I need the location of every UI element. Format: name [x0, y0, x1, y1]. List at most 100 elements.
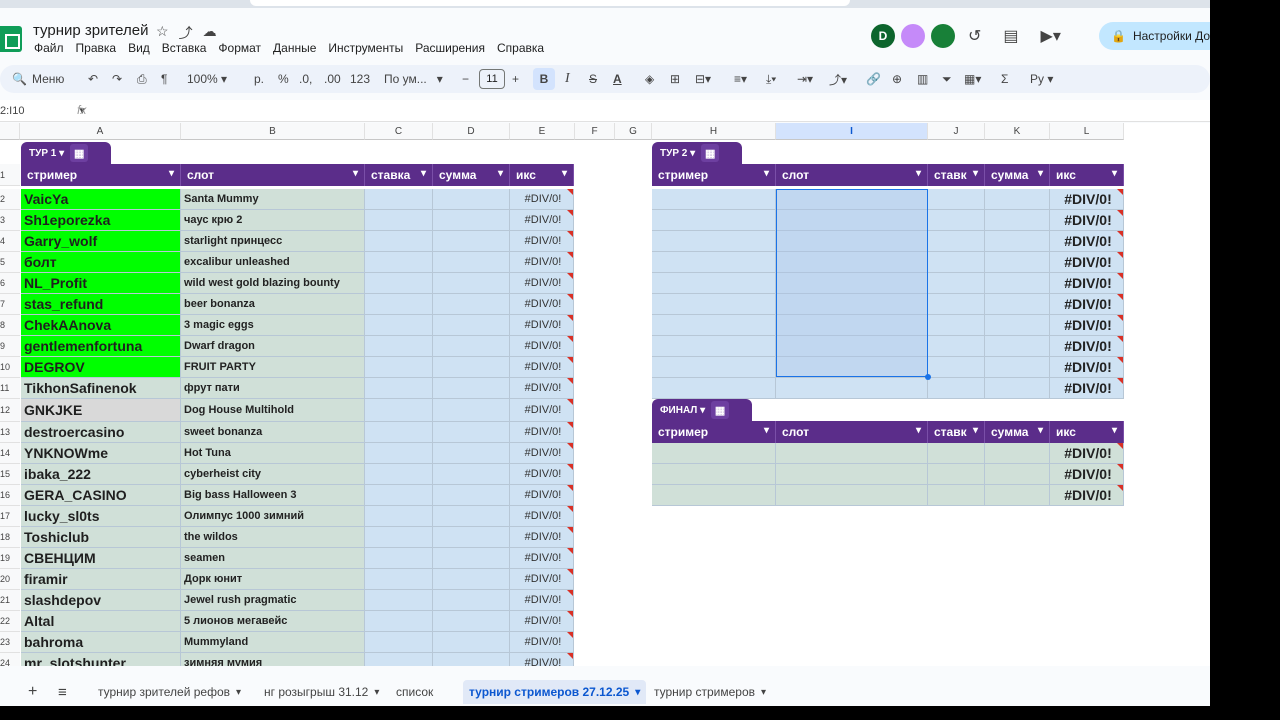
streamer-cell[interactable]: GNKJKE — [21, 399, 181, 422]
sum-cell[interactable] — [433, 632, 510, 653]
bet-cell[interactable] — [365, 548, 433, 569]
streamer-cell[interactable] — [652, 189, 776, 210]
sum-cell[interactable] — [433, 590, 510, 611]
chevron-down-icon[interactable]: ▾ — [761, 687, 766, 698]
table-tab-tour1[interactable]: ТУР 1 ▾ ▦ — [21, 142, 111, 164]
streamer-cell[interactable] — [652, 443, 776, 464]
streamer-cell[interactable]: TikhonSafinenok — [21, 378, 181, 399]
meet-icon[interactable]: ▶▾ — [1041, 26, 1061, 46]
avatar[interactable] — [931, 24, 955, 48]
streamer-cell[interactable] — [652, 252, 776, 273]
bet-cell[interactable] — [365, 273, 433, 294]
slot-cell[interactable] — [776, 252, 928, 273]
chevron-down-icon[interactable]: ▾ — [635, 687, 640, 698]
bet-cell[interactable] — [365, 611, 433, 632]
bet-cell[interactable] — [365, 378, 433, 399]
slot-cell[interactable]: Big bass Halloween 3 — [181, 485, 365, 506]
bet-cell[interactable] — [365, 252, 433, 273]
bet-cell[interactable] — [365, 422, 433, 443]
chevron-down-icon[interactable]: ▾ — [498, 168, 503, 179]
bet-cell[interactable] — [365, 653, 433, 666]
multiplier-cell[interactable]: #DIV/0! — [1050, 189, 1124, 210]
sum-cell[interactable] — [433, 653, 510, 666]
column-header[interactable]: K — [985, 123, 1050, 140]
sum-cell[interactable] — [433, 443, 510, 464]
streamer-cell[interactable]: Altal — [21, 611, 181, 632]
number-format[interactable]: 123 — [350, 65, 370, 93]
slot-cell[interactable]: Дорк юнит — [181, 569, 365, 590]
column-header[interactable]: A — [20, 123, 181, 140]
chevron-down-icon[interactable]: ▾ — [764, 425, 769, 436]
slot-cell[interactable] — [776, 294, 928, 315]
slot-cell[interactable] — [776, 443, 928, 464]
bet-cell[interactable] — [365, 506, 433, 527]
bet-cell[interactable] — [365, 315, 433, 336]
zoom-select[interactable]: 100% ▾ — [187, 65, 227, 93]
column-filter-4[interactable]: икс ▾ — [1050, 164, 1124, 186]
sum-cell[interactable] — [433, 189, 510, 210]
menu-item[interactable]: Правка — [75, 41, 118, 55]
bet-cell[interactable] — [928, 336, 985, 357]
sum-cell[interactable] — [433, 294, 510, 315]
row-header[interactable]: 10 — [0, 357, 20, 378]
row-header[interactable]: 21 — [0, 590, 20, 611]
streamer-cell[interactable] — [652, 378, 776, 399]
input-tools-button[interactable]: Ру ▾ — [1030, 65, 1053, 93]
column-header[interactable]: G — [615, 123, 652, 140]
chevron-down-icon[interactable]: ▾ — [236, 687, 241, 698]
bet-cell[interactable] — [365, 464, 433, 485]
sum-cell[interactable] — [433, 210, 510, 231]
multiplier-cell[interactable]: #DIV/0! — [510, 569, 574, 590]
column-filter-0[interactable]: стример ▾ — [652, 421, 776, 443]
chevron-down-icon[interactable]: ▾ — [1038, 425, 1043, 436]
functions-button[interactable]: Σ — [1001, 65, 1008, 93]
font-size-increase-icon[interactable]: + — [512, 65, 519, 93]
sum-cell[interactable] — [433, 548, 510, 569]
bet-cell[interactable] — [365, 569, 433, 590]
streamer-cell[interactable]: DEGROV — [21, 357, 181, 378]
slot-cell[interactable] — [776, 189, 928, 210]
multiplier-cell[interactable]: #DIV/0! — [510, 632, 574, 653]
fill-handle[interactable] — [925, 374, 931, 380]
redo-icon[interactable]: ↷ — [112, 65, 122, 93]
sum-cell[interactable] — [985, 252, 1050, 273]
select-all-corner[interactable] — [0, 123, 20, 140]
streamer-cell[interactable]: GERA_CASINO — [21, 485, 181, 506]
slot-cell[interactable] — [776, 231, 928, 252]
row-header[interactable]: 2 — [0, 189, 20, 210]
streamer-cell[interactable]: firamir — [21, 569, 181, 590]
bet-cell[interactable] — [365, 336, 433, 357]
multiplier-cell[interactable]: #DIV/0! — [510, 611, 574, 632]
sheet-tab[interactable]: список — [390, 680, 439, 704]
multiplier-cell[interactable]: #DIV/0! — [1050, 485, 1124, 506]
sum-cell[interactable] — [985, 357, 1050, 378]
multiplier-cell[interactable]: #DIV/0! — [510, 399, 574, 422]
bet-cell[interactable] — [928, 189, 985, 210]
slot-cell[interactable]: FRUIT PARTY — [181, 357, 365, 378]
multiplier-cell[interactable]: #DIV/0! — [510, 273, 574, 294]
sum-cell[interactable] — [433, 485, 510, 506]
streamer-cell[interactable] — [652, 294, 776, 315]
slot-cell[interactable]: the wildos — [181, 527, 365, 548]
multiplier-cell[interactable]: #DIV/0! — [510, 653, 574, 666]
column-header[interactable]: B — [181, 123, 365, 140]
sum-cell[interactable] — [985, 189, 1050, 210]
bet-cell[interactable] — [365, 357, 433, 378]
streamer-cell[interactable]: NL_Profit — [21, 273, 181, 294]
insert-chart-icon[interactable]: ▥ — [917, 65, 928, 93]
multiplier-cell[interactable]: #DIV/0! — [510, 189, 574, 210]
slot-cell[interactable] — [776, 378, 928, 399]
bet-cell[interactable] — [365, 210, 433, 231]
streamer-cell[interactable]: mr_slotshunter — [21, 653, 181, 666]
bet-cell[interactable] — [365, 590, 433, 611]
slot-cell[interactable]: фрут пати — [181, 378, 365, 399]
slot-cell[interactable]: Mummyland — [181, 632, 365, 653]
text-color-button[interactable]: A — [613, 65, 622, 93]
all-sheets-icon[interactable]: ≡ — [52, 680, 73, 704]
sum-cell[interactable] — [433, 357, 510, 378]
menu-item[interactable]: Расширения — [414, 41, 486, 55]
column-filter-2[interactable]: ставк ▾ — [928, 164, 985, 186]
column-filter-3[interactable]: сумма ▾ — [433, 164, 510, 186]
sum-cell[interactable] — [433, 464, 510, 485]
multiplier-cell[interactable]: #DIV/0! — [510, 506, 574, 527]
